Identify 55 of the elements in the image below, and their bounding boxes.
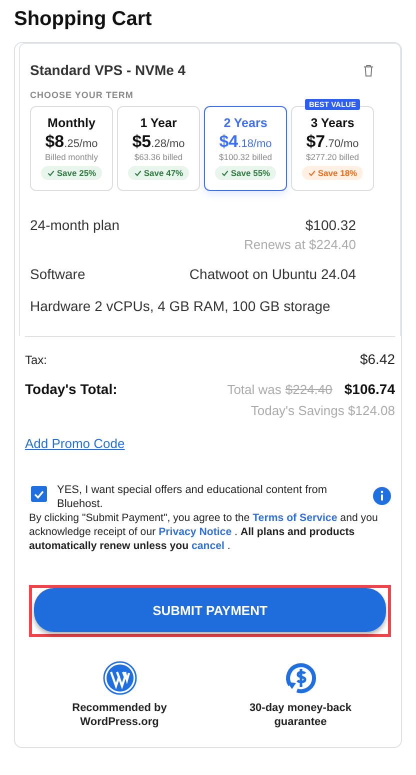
- page-title: Shopping Cart: [14, 8, 153, 31]
- trust-text: 30-day money-back guarantee: [248, 701, 353, 729]
- check-icon: [220, 169, 229, 177]
- legal-link[interactable]: cancel: [192, 540, 224, 552]
- savings-tag: Save 25%: [40, 166, 102, 180]
- total-label: Today's Total:: [25, 381, 118, 397]
- check-icon: [33, 488, 45, 500]
- term-option[interactable]: 1 Year $5.28/mo $63.36 billed Save 47%: [117, 106, 200, 191]
- legal-text: By clicking "Submit Payment", you agree to the Terms of Service and you acknowledge receipt of our Privacy Notice . All plans and products automatically renew unless you cancel .: [29, 511, 379, 553]
- tax-value: $6.42: [360, 351, 395, 367]
- savings-tag: Save 55%: [214, 166, 276, 180]
- term-label: 1 Year: [140, 116, 177, 130]
- wordpress-logo-icon: [102, 661, 136, 695]
- dollar-refund-icon: [284, 661, 318, 695]
- savings-tag: Save 47%: [128, 166, 190, 180]
- was-price: $224.40: [285, 382, 332, 397]
- term-label: 3 Years: [310, 116, 354, 130]
- billed-text: $63.36 billed: [134, 152, 183, 162]
- tax-label: Tax:: [25, 353, 48, 367]
- product-name: Standard VPS - NVMe 4: [30, 62, 186, 78]
- billed-text: $100.32 billed: [219, 152, 272, 162]
- plan-label: 24-month plan: [30, 217, 120, 233]
- offers-checkbox[interactable]: [31, 486, 47, 502]
- hardware-text: Hardware 2 vCPUs, 4 GB RAM, 100 GB storage: [30, 298, 330, 314]
- renewal-price: Renews at $224.40: [244, 237, 356, 252]
- billed-text: $277.20 billed: [306, 152, 359, 162]
- term-option[interactable]: Monthly $8.25/mo Billed monthly Save 25%: [30, 106, 113, 191]
- legal-link[interactable]: Privacy Notice: [158, 526, 232, 538]
- info-icon[interactable]: [373, 487, 391, 505]
- was-label: Total was: [227, 382, 282, 397]
- submit-payment-button[interactable]: SUBMIT PAYMENT: [34, 588, 386, 632]
- check-icon: [308, 169, 316, 177]
- check-icon: [134, 169, 142, 177]
- term-label: Monthly: [48, 116, 96, 130]
- term-price: $4.18/mo: [219, 132, 272, 152]
- billed-text: Billed monthly: [45, 152, 98, 162]
- savings-tag: Save 18%: [302, 166, 364, 180]
- check-icon: [46, 169, 55, 177]
- term-label: 2 Years: [224, 116, 268, 130]
- savings-text: Today's Savings $124.08: [250, 403, 395, 418]
- term-price: $7.70/mo: [306, 132, 359, 152]
- term-option[interactable]: 3 Years $7.70/mo $277.20 billed Save 18%: [291, 106, 374, 191]
- term-heading: CHOOSE YOUR TERM: [30, 90, 134, 100]
- offers-label: YES, I want special offers and educational content from Bluehost.: [57, 483, 328, 511]
- term-price: $5.28/mo: [132, 132, 185, 152]
- plan-price: $100.32: [305, 217, 356, 233]
- legal-link[interactable]: Terms of Service: [252, 512, 338, 524]
- software-value: Chatwoot on Ubuntu 24.04: [189, 266, 356, 282]
- software-label: Software: [30, 266, 86, 282]
- promo-code-link[interactable]: Add Promo Code: [25, 436, 125, 451]
- trash-icon[interactable]: [363, 64, 374, 76]
- term-price: $8.25/mo: [45, 132, 98, 152]
- trust-text: Recommended by WordPress.org: [71, 701, 168, 729]
- term-option[interactable]: 2 Years $4.18/mo $100.32 billed Save 55%: [204, 106, 287, 191]
- total-price: $106.74: [344, 381, 395, 397]
